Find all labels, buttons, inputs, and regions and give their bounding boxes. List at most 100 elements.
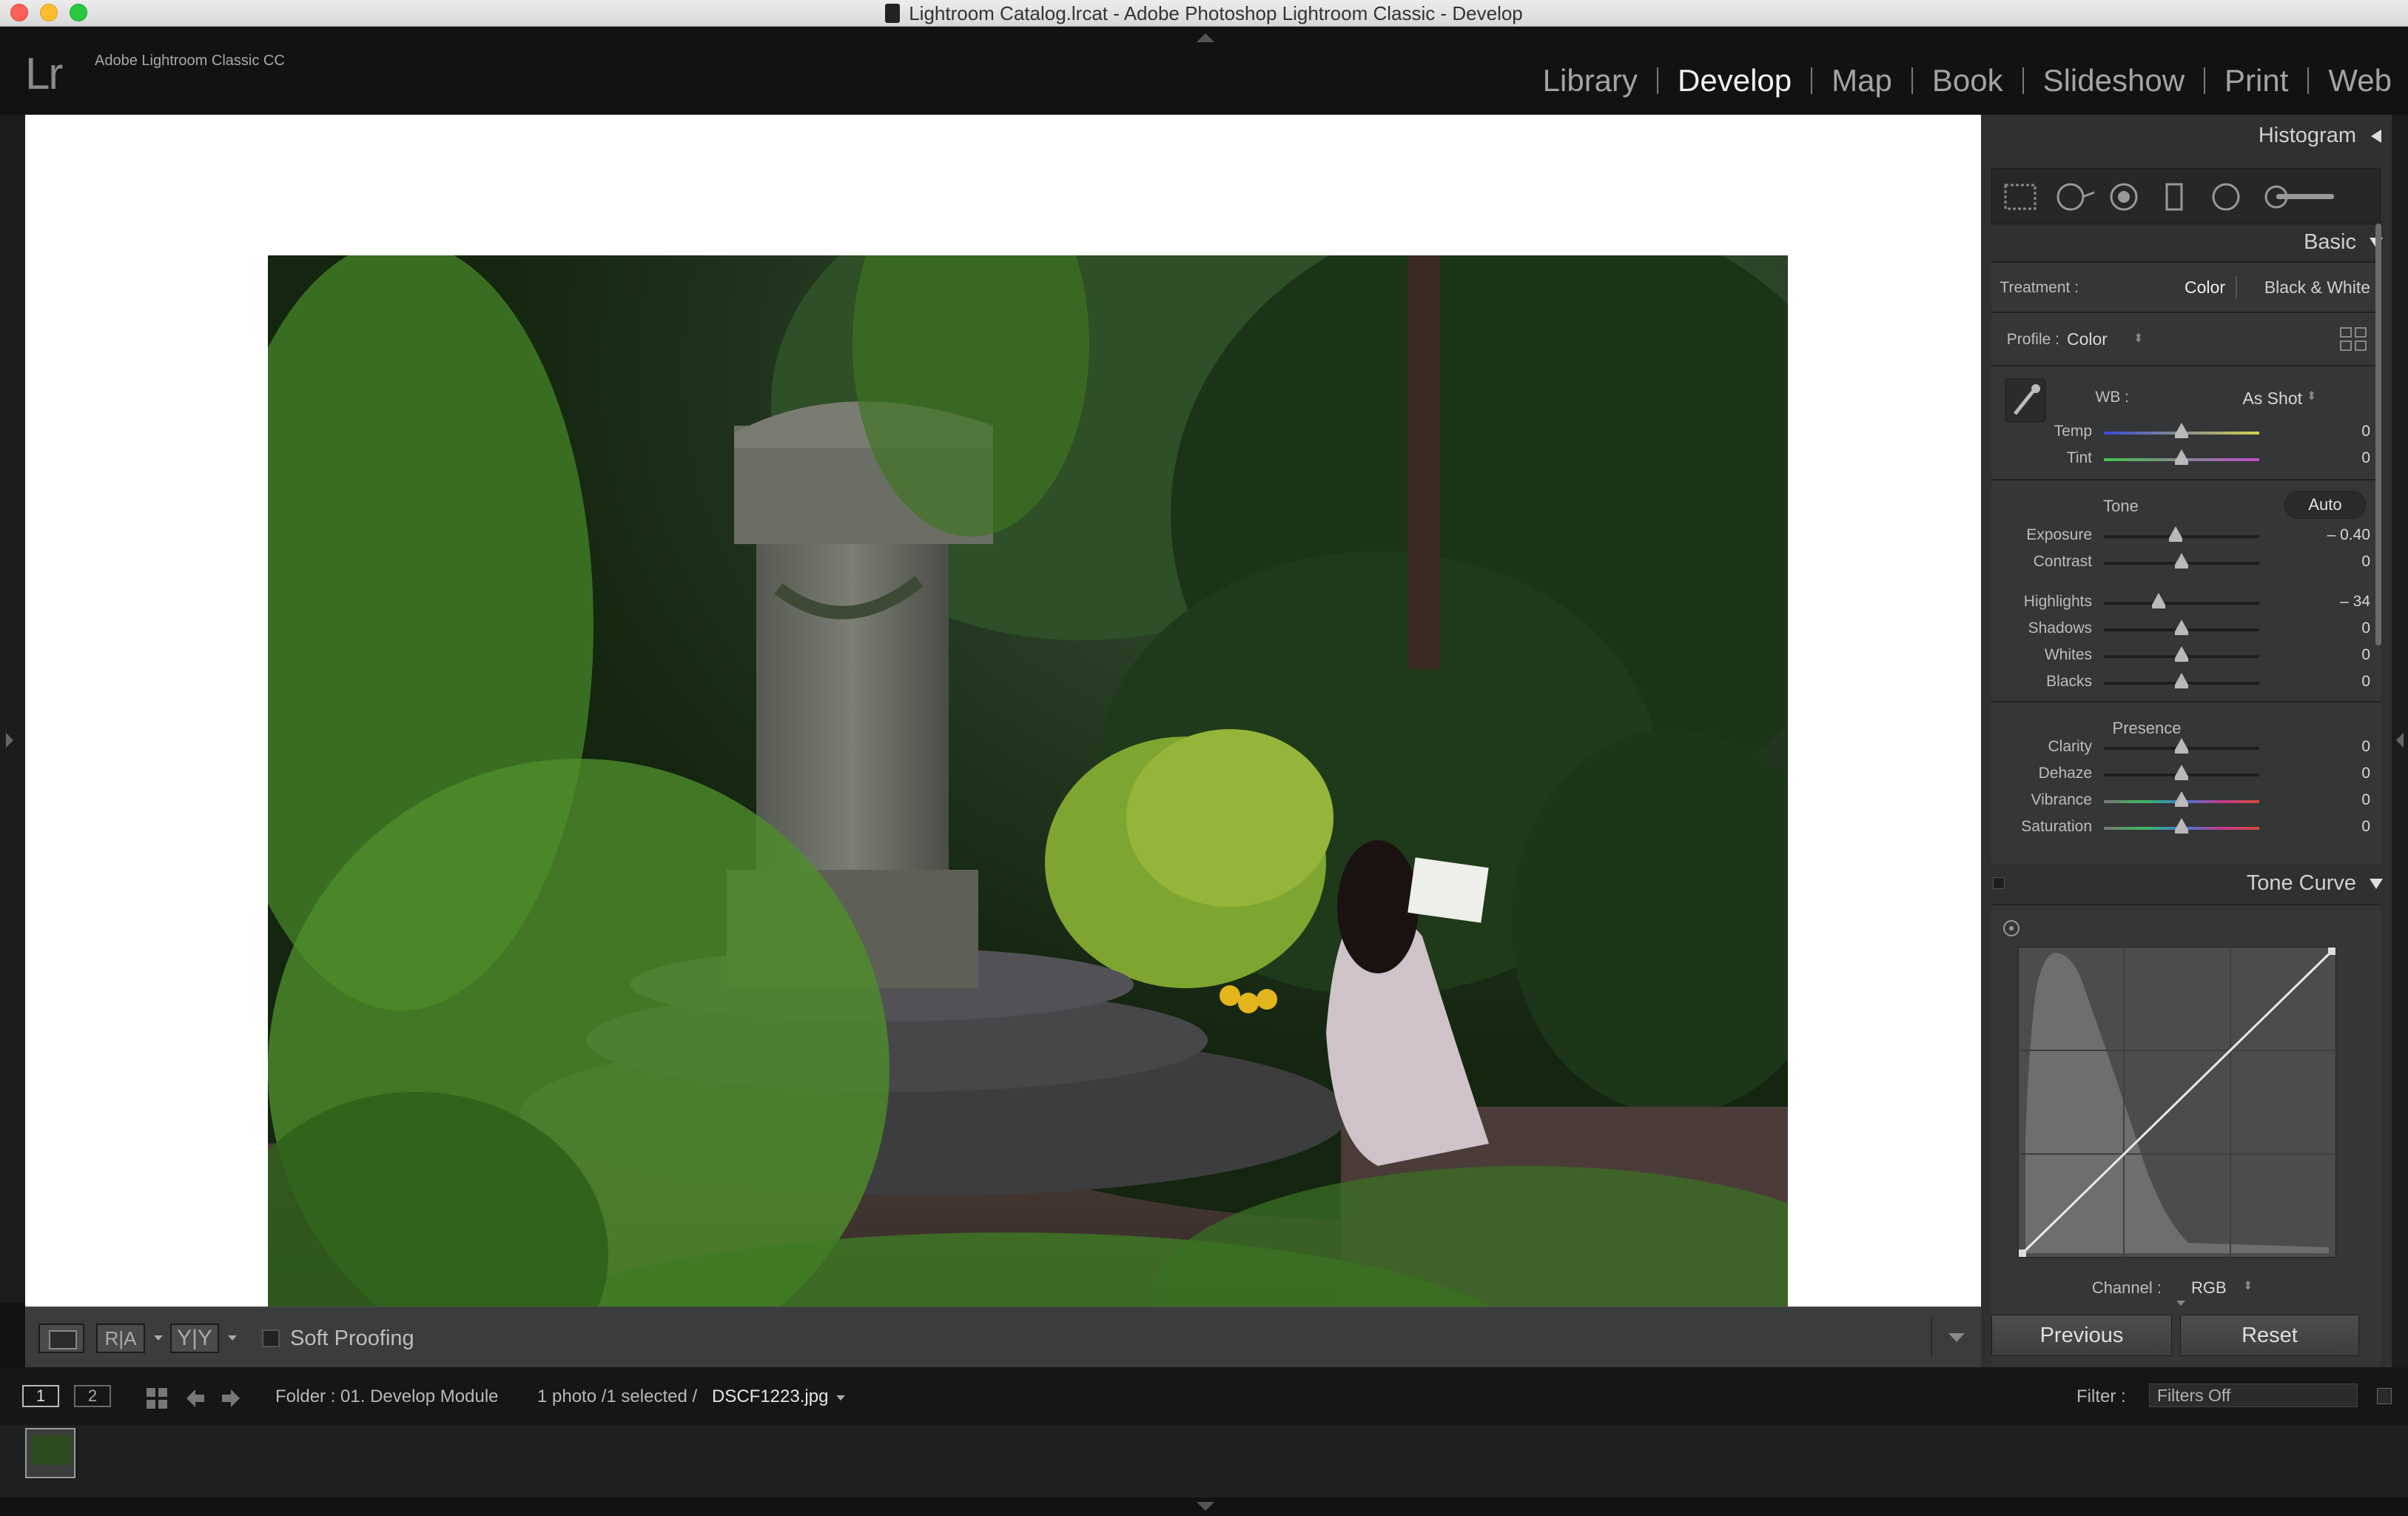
reset-button[interactable]: Reset [2180,1315,2359,1356]
before-after-swap-button[interactable]: Y|Y [170,1324,219,1353]
graduated-filter-icon[interactable] [2161,182,2187,212]
slider-value-temp[interactable]: 0 [2276,423,2370,440]
module-print[interactable]: Print [2205,63,2307,98]
filename-dropdown-icon[interactable] [836,1395,845,1401]
slider-clarity[interactable] [2104,747,2259,750]
slider-thumb[interactable] [2175,673,2188,685]
slider-value-highlights[interactable]: – 34 [2276,593,2370,611]
slider-shadows[interactable] [2104,628,2259,631]
treatment-bw-option[interactable]: Black & White [2246,278,2370,298]
tool-strip [1991,168,2381,224]
slider-thumb[interactable] [2169,526,2182,538]
next-photo-icon[interactable] [219,1386,243,1410]
develop-photo[interactable] [268,255,1788,1397]
slider-value-clarity[interactable]: 0 [2276,738,2370,756]
window-title-text: Lightroom Catalog.lrcat - Adobe Photosho… [909,2,1523,24]
slider-value-blacks[interactable]: 0 [2276,673,2370,691]
slider-value-whites[interactable]: 0 [2276,646,2370,664]
filmstrip-thumbnail[interactable] [25,1428,75,1478]
secondary-window-button[interactable]: 2 [74,1385,111,1407]
loupe-view-button[interactable] [38,1324,84,1353]
curve-black-point[interactable] [2019,1250,2026,1257]
module-map[interactable]: Map [1812,63,1911,98]
selected-filename[interactable]: DSCF1223.jpg [712,1386,828,1407]
profile-select[interactable]: Color [2067,329,2125,349]
filter-select[interactable]: Filters Off [2149,1383,2358,1407]
slider-thumb[interactable] [2175,620,2188,631]
lightroom-logo: Lr [25,48,61,99]
profile-stepper-icon[interactable]: ⬍ [2133,331,2143,346]
slider-thumb[interactable] [2175,765,2188,777]
radial-filter-icon[interactable] [2210,182,2242,212]
slider-blacks[interactable] [2104,682,2259,685]
slider-value-exposure[interactable]: – 0.40 [2276,526,2370,544]
treatment-color-option[interactable]: Color [2154,278,2225,298]
red-eye-icon[interactable] [2108,182,2140,212]
slider-value-shadows[interactable]: 0 [2276,620,2370,637]
slider-vibrance[interactable] [2104,800,2259,803]
module-book[interactable]: Book [1913,63,2022,98]
slider-highlights[interactable] [2104,602,2259,605]
right-panel-collapse-icon[interactable] [2396,733,2404,748]
basic-header[interactable]: Basic [1981,226,2392,258]
spot-removal-icon[interactable] [2054,182,2096,212]
wb-select[interactable]: As Shot [2213,389,2302,409]
slider-thumb[interactable] [2175,738,2188,750]
slider-tint[interactable] [2104,458,2259,461]
slider-value-tint[interactable]: 0 [2276,449,2370,467]
folder-source[interactable]: Folder : 01. Develop Module [275,1386,499,1407]
slider-value-saturation[interactable]: 0 [2276,818,2370,836]
soft-proofing-checkbox[interactable] [262,1329,280,1347]
profile-browser-icon[interactable] [2339,326,2369,353]
module-slideshow[interactable]: Slideshow [2024,63,2204,98]
slider-dehaze[interactable] [2104,774,2259,777]
curve-white-point[interactable] [2328,948,2335,955]
left-panel-expand-icon[interactable] [6,733,13,748]
right-panel-scrollbar[interactable] [2375,224,2381,645]
slider-value-contrast[interactable]: 0 [2276,553,2370,571]
toolbar-divider [1931,1318,1932,1358]
top-panel-toggle-icon[interactable] [1197,33,1214,42]
slider-thumb[interactable] [2175,423,2188,435]
slider-thumb[interactable] [2175,553,2188,565]
slider-thumb[interactable] [2175,791,2188,803]
slider-whites[interactable] [2104,655,2259,658]
wb-eyedropper-icon[interactable] [2005,378,2046,423]
crop-tool-icon[interactable] [2002,182,2038,212]
toolbar-content-dropdown-icon[interactable] [1948,1333,1965,1342]
previous-photo-icon[interactable] [184,1386,207,1410]
slider-thumb[interactable] [2152,593,2165,605]
slider-value-dehaze[interactable]: 0 [2276,765,2370,782]
module-web[interactable]: Web [2309,63,2392,98]
curve-expand-icon[interactable] [2176,1301,2185,1306]
slider-saturation[interactable] [2104,827,2259,830]
before-after-button[interactable]: R|A [96,1324,145,1353]
filmstrip-toggle-icon[interactable] [1197,1502,1214,1511]
slider-thumb[interactable] [2175,818,2188,830]
channel-select[interactable]: RGB [2191,1278,2236,1298]
slider-thumb[interactable] [2175,449,2188,461]
tone-curve-graph[interactable] [2018,947,2336,1258]
filter-lock-icon[interactable] [2377,1388,2392,1404]
adjustment-brush-icon[interactable] [2263,182,2337,212]
module-library[interactable]: Library [1524,63,1657,98]
channel-stepper-icon[interactable]: ⬍ [2243,1278,2253,1293]
left-panel-collapsed[interactable] [0,115,25,1303]
slider-thumb[interactable] [2175,646,2188,658]
auto-tone-button[interactable]: Auto [2284,491,2366,519]
primary-window-button[interactable]: 1 [22,1385,59,1407]
wb-stepper-icon[interactable]: ⬍ [2307,389,2316,403]
image-canvas[interactable] [25,115,1981,1307]
previous-button[interactable]: Previous [1991,1315,2172,1356]
slider-value-vibrance[interactable]: 0 [2276,791,2370,809]
slider-contrast[interactable] [2104,562,2259,565]
histogram-header[interactable]: Histogram [1981,119,2392,152]
before-after-dropdown-icon[interactable] [154,1335,163,1341]
module-develop[interactable]: Develop [1658,63,1811,98]
slider-exposure[interactable] [2104,535,2259,538]
tone-curve-header[interactable]: Tone Curve [1981,867,2392,899]
slider-temp[interactable] [2104,432,2259,435]
swap-dropdown-icon[interactable] [228,1335,237,1341]
grid-view-icon[interactable] [145,1386,170,1410]
targeted-adjustment-icon[interactable] [2002,919,2021,938]
